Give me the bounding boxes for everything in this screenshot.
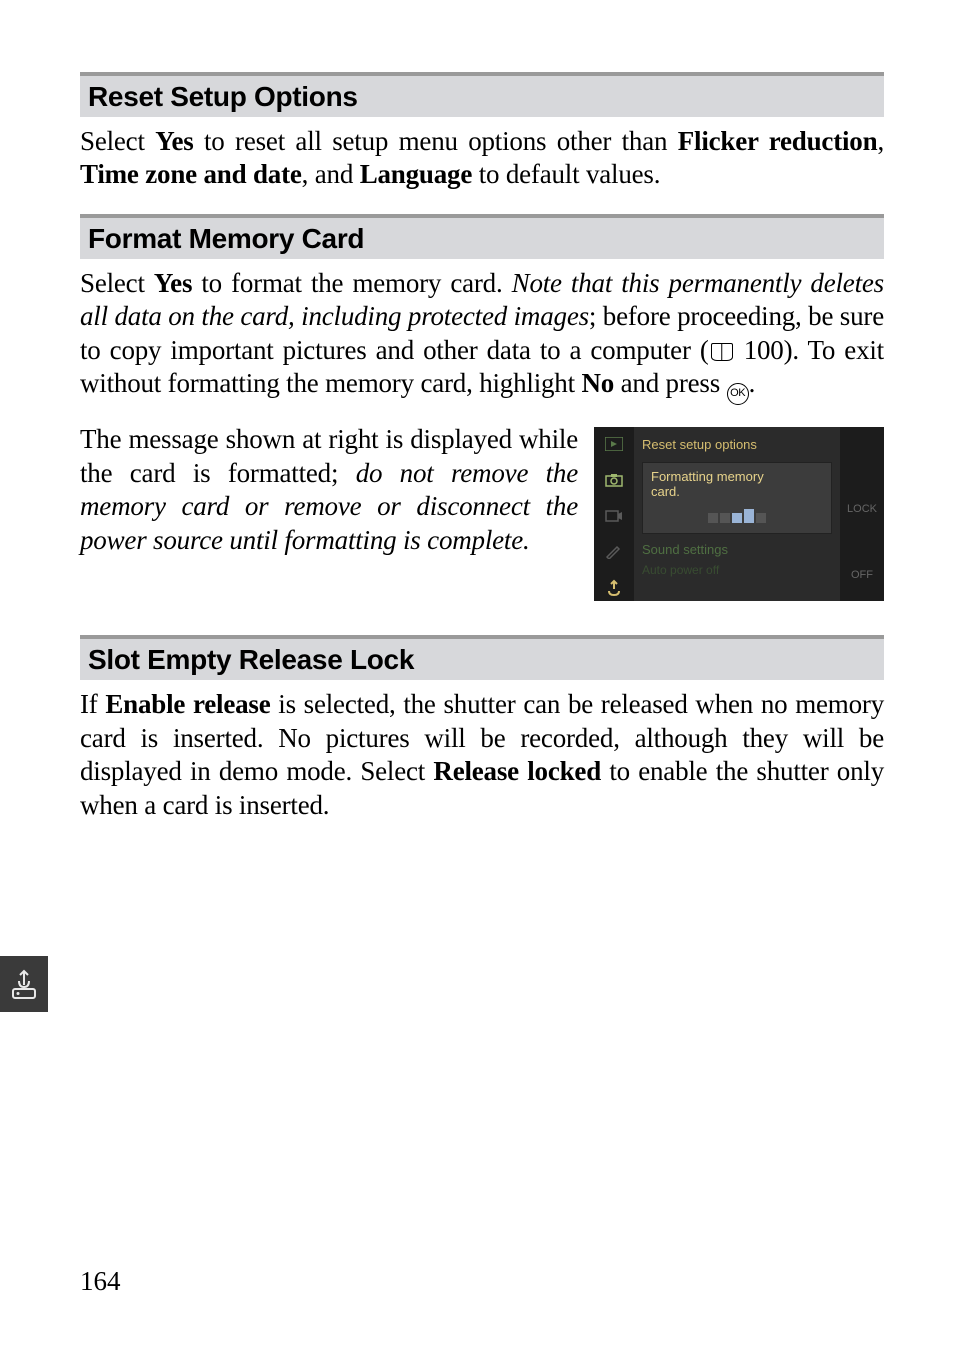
screenshot-item-auto-off: Auto power off	[642, 563, 832, 577]
screenshot-menu-title: Reset setup options	[642, 437, 832, 452]
formatting-line1: Formatting memory	[651, 469, 823, 484]
screenshot-right-column: LOCK OFF	[840, 427, 884, 601]
screenshot-item-sound: Sound settings	[642, 542, 832, 557]
section-header-slot: Slot Empty Release Lock	[80, 635, 884, 680]
side-tab	[0, 956, 48, 1012]
slot-body: If Enable release is selected, the shutt…	[80, 688, 884, 822]
screenshot-progress	[651, 513, 823, 523]
section-header-reset: Reset Setup Options	[80, 72, 884, 117]
screenshot-menu: Reset setup options Formatting memory ca…	[634, 427, 840, 601]
setup-tab-icon	[10, 967, 38, 1001]
formatting-line2: card.	[651, 484, 823, 499]
book-icon	[711, 343, 733, 361]
badge-lock: LOCK	[847, 503, 877, 515]
retouch-icon	[604, 543, 624, 561]
badge-off: OFF	[851, 569, 873, 581]
camera-icon	[604, 471, 624, 489]
format-body-1: Select Yes to format the memory card. No…	[80, 267, 884, 405]
movie-icon	[604, 507, 624, 525]
camera-screenshot: Reset setup options Formatting memory ca…	[594, 427, 884, 601]
screenshot-formatting-box: Formatting memory card.	[642, 462, 832, 534]
setup-icon	[604, 579, 624, 597]
playback-icon	[604, 435, 624, 453]
page-number: 164	[80, 1266, 121, 1297]
reset-body: Select Yes to reset all setup menu optio…	[80, 125, 884, 192]
screenshot-left-tabs	[594, 427, 634, 601]
ok-button-icon: OK	[727, 383, 749, 405]
format-body-2: The message shown at right is displayed …	[80, 423, 578, 557]
section-header-format: Format Memory Card	[80, 214, 884, 259]
